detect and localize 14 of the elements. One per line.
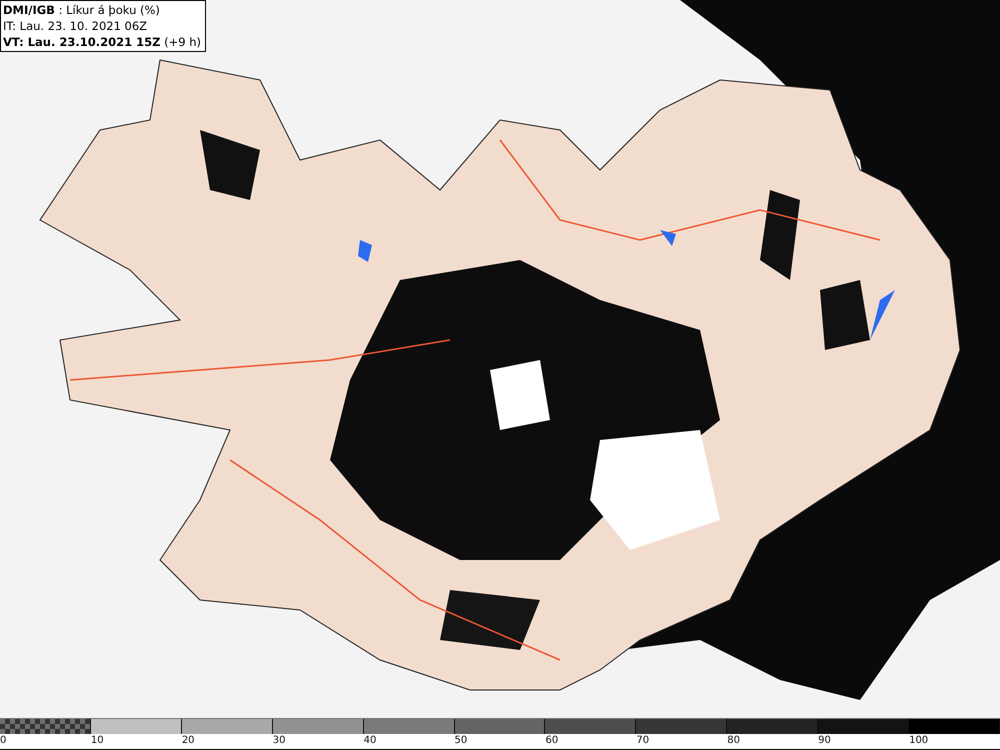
legend-label: 80 — [727, 734, 740, 748]
legend-label: 60 — [545, 734, 558, 748]
info-text: VT: Lau. 23.10.2021 15Z (+9 h) — [3, 34, 201, 50]
legend-label: 50 — [454, 734, 468, 748]
legend-label: 90 — [818, 734, 831, 748]
legend-label: 30 — [272, 734, 286, 748]
legend-label: 0 — [0, 734, 6, 748]
legend-label: 10 — [90, 734, 104, 748]
info-text: IT: Lau. 23. 10. 2021 06Z — [3, 18, 148, 34]
legend-label: 100 — [909, 734, 928, 748]
legend-label: 20 — [182, 734, 195, 748]
info-text: DMI/IGB : Líkur á þoku (%) — [3, 2, 161, 18]
legend-label: 40 — [364, 734, 376, 748]
legend-label: 70 — [636, 734, 650, 748]
